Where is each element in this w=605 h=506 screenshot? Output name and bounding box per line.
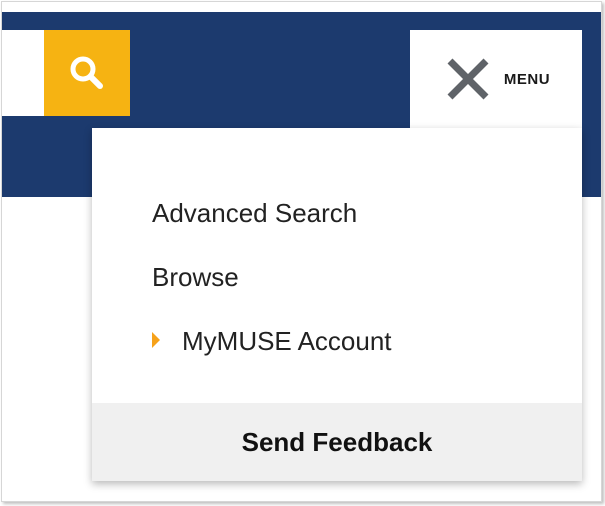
menu-item-browse[interactable]: Browse <box>152 262 239 293</box>
menu-toggle-button[interactable]: MENU <box>410 30 582 128</box>
send-feedback-button[interactable]: Send Feedback <box>92 403 582 481</box>
menu-item-advanced-search[interactable]: Advanced Search <box>152 198 357 229</box>
search-button[interactable] <box>44 30 130 116</box>
menu-dropdown: Advanced Search Browse MyMUSE Account Se… <box>92 128 582 481</box>
close-icon <box>447 58 489 100</box>
menu-item-mymuse-account[interactable]: MyMUSE Account <box>152 326 392 357</box>
menu-toggle-label: MENU <box>503 70 551 88</box>
screenshot-root: MENU Advanced Search Browse MyMUSE Accou… <box>0 0 605 506</box>
menu-item-label: Browse <box>152 262 239 292</box>
caret-right-icon <box>152 331 160 348</box>
menu-item-label: Advanced Search <box>152 198 358 228</box>
menu-list: Advanced Search Browse MyMUSE Account <box>92 128 582 403</box>
search-input[interactable] <box>2 30 44 116</box>
send-feedback-label: Send Feedback <box>241 426 433 457</box>
search-icon <box>70 56 103 89</box>
page-frame: MENU Advanced Search Browse MyMUSE Accou… <box>1 1 602 502</box>
menu-item-label: MyMUSE Account <box>182 326 392 356</box>
